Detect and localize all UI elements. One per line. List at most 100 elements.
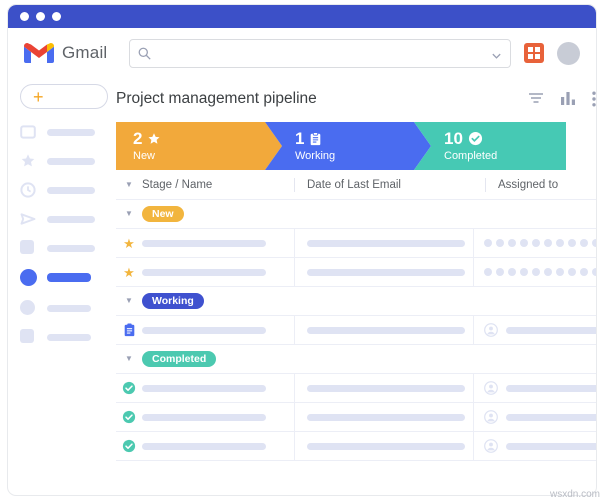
filter-icon[interactable]: [528, 91, 544, 107]
page-title: Project management pipeline: [116, 90, 317, 108]
collapse-caret-icon[interactable]: ▼: [116, 210, 142, 218]
chevron-down-icon[interactable]: [491, 48, 502, 59]
sidebar-item-sent[interactable]: [20, 210, 108, 228]
check-circle-icon: [468, 131, 483, 146]
sidebar-item-drafts[interactable]: [20, 239, 108, 257]
cell-date: [295, 403, 473, 431]
cell-assigned: [474, 374, 596, 402]
sidebar-item-label-3[interactable]: [20, 328, 108, 346]
pipeline-stage-count: 1: [295, 130, 431, 147]
table-header-row: ▼ Stage / Name Date of Last Email Assign…: [116, 170, 596, 200]
star-icon: [147, 132, 161, 146]
group-chip: Working: [142, 293, 204, 310]
group-chip: Completed: [142, 351, 216, 368]
group-row-completed[interactable]: ▼ Completed: [116, 345, 596, 374]
sidebar-item-inbox[interactable]: [20, 123, 108, 141]
group-row-new[interactable]: ▼ New: [116, 200, 596, 229]
person-icon: [484, 410, 498, 424]
column-header-date[interactable]: Date of Last Email: [295, 179, 485, 191]
clipboard-icon[interactable]: [116, 323, 142, 337]
browser-window: Gmail: [8, 5, 596, 495]
person-icon: [484, 439, 498, 453]
sidebar-item-label: [47, 158, 95, 165]
cell-stage-name: [142, 229, 294, 257]
pipeline-bar: 2 New 1 Working 10: [116, 122, 596, 170]
cell-assigned: [474, 403, 596, 431]
cell-assigned: [474, 316, 596, 344]
table-row[interactable]: [116, 374, 596, 403]
star-icon: [20, 153, 36, 169]
pipeline-stage-completed[interactable]: 10 Completed: [414, 122, 566, 170]
main-toolbar: [528, 91, 596, 107]
search-bar[interactable]: [129, 39, 511, 68]
sidebar-item-label: [47, 305, 91, 312]
cell-date: [295, 229, 473, 257]
collapse-caret-icon[interactable]: ▼: [116, 355, 142, 363]
pipeline-stage-count: 2: [133, 130, 282, 147]
appbar-right: [523, 42, 580, 65]
window-dot-close[interactable]: [20, 12, 29, 21]
cell-date: [295, 258, 473, 286]
sidebar-item-label: [47, 129, 95, 136]
window-dot-maximize[interactable]: [52, 12, 61, 21]
person-icon: [484, 323, 498, 337]
sidebar-item-starred[interactable]: [20, 152, 108, 170]
gmail-appbar: Gmail: [8, 28, 596, 78]
gmail-logo[interactable]: Gmail: [24, 42, 107, 64]
more-vertical-icon[interactable]: [592, 91, 596, 107]
sidebar-item-pipeline[interactable]: [20, 268, 108, 286]
cell-date: [295, 374, 473, 402]
table-row[interactable]: ★: [116, 229, 596, 258]
sidebar-item-label: [47, 334, 91, 341]
cell-stage-name: [142, 374, 294, 402]
bar-chart-icon[interactable]: [560, 91, 576, 107]
cell-assigned: [474, 229, 596, 257]
account-avatar[interactable]: [557, 42, 580, 65]
search-icon: [138, 47, 151, 60]
table-row[interactable]: ★: [116, 258, 596, 287]
sidebar-item-label: [47, 187, 95, 194]
sidebar: +: [8, 78, 108, 492]
gmail-wordmark: Gmail: [62, 43, 107, 63]
sort-caret-icon[interactable]: ▼: [116, 181, 142, 189]
star-icon[interactable]: ★: [116, 237, 142, 250]
compose-button[interactable]: +: [20, 84, 108, 109]
clock-icon: [20, 182, 36, 198]
check-circle-icon[interactable]: [116, 381, 142, 395]
inbox-icon: [20, 124, 36, 140]
watermark: wsxdn.com: [550, 489, 600, 500]
check-circle-icon[interactable]: [116, 439, 142, 453]
send-icon: [20, 211, 36, 227]
star-icon[interactable]: ★: [116, 266, 142, 279]
sidebar-item-snoozed[interactable]: [20, 181, 108, 199]
pipeline-stage-new[interactable]: 2 New: [116, 122, 282, 170]
sidebar-item-label-2[interactable]: [20, 299, 108, 317]
plus-icon: +: [33, 88, 44, 106]
square-icon: [20, 240, 36, 256]
cell-stage-name: [142, 316, 294, 344]
sidebar-item-label: [47, 216, 95, 223]
square-icon: [20, 329, 36, 345]
table-row[interactable]: [116, 403, 596, 432]
pipeline-table: ▼ Stage / Name Date of Last Email Assign…: [116, 170, 596, 461]
apps-grid-icon[interactable]: [523, 42, 545, 64]
collapse-caret-icon[interactable]: ▼: [116, 297, 142, 305]
table-row[interactable]: [116, 432, 596, 461]
cell-stage-name: [142, 432, 294, 460]
cell-stage-name: [142, 258, 294, 286]
pipeline-stage-label: Completed: [444, 151, 566, 162]
check-circle-icon[interactable]: [116, 410, 142, 424]
cell-date: [295, 316, 473, 344]
table-row[interactable]: [116, 316, 596, 345]
window-dot-minimize[interactable]: [36, 12, 45, 21]
search-input[interactable]: [159, 45, 483, 61]
window-titlebar: [8, 5, 596, 28]
pipeline-stage-count: 10: [444, 130, 566, 147]
column-header-assigned[interactable]: Assigned to: [486, 179, 596, 191]
gmail-m-icon: [24, 42, 54, 64]
column-header-stage-name[interactable]: Stage / Name: [142, 179, 294, 191]
cell-assigned: [474, 432, 596, 460]
main-panel: Project management pipeline: [108, 78, 596, 492]
group-row-working[interactable]: ▼ Working: [116, 287, 596, 316]
pipeline-stage-working[interactable]: 1 Working: [265, 122, 431, 170]
